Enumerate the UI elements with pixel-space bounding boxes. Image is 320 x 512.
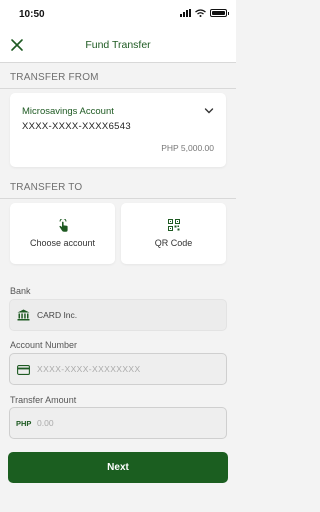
battery-icon — [210, 9, 229, 17]
transfer-to-label: TRANSFER TO — [10, 182, 83, 193]
wifi-icon — [195, 9, 206, 17]
transfer-amount-label: Transfer Amount — [10, 395, 77, 405]
bank-value: CARD Inc. — [37, 310, 78, 320]
section-divider — [0, 198, 236, 199]
header-divider — [0, 62, 236, 63]
source-account-card[interactable]: Microsavings Account XXXX-XXXX-XXXX6543 … — [10, 93, 226, 167]
next-button[interactable]: Next — [8, 452, 228, 483]
bank-icon — [17, 309, 30, 321]
card-icon — [17, 365, 30, 375]
status-time: 10:50 — [19, 9, 45, 20]
account-number: XXXX-XXXX-XXXX6543 — [22, 121, 131, 132]
account-number-placeholder: XXXX-XXXX-XXXXXXXX — [37, 364, 141, 374]
bank-field: CARD Inc. — [9, 299, 227, 331]
account-number-input[interactable]: XXXX-XXXX-XXXXXXXX — [9, 353, 227, 385]
chevron-down-icon[interactable] — [204, 107, 214, 115]
choose-account-button[interactable]: Choose account — [10, 203, 115, 264]
section-divider — [0, 88, 236, 89]
tap-hand-icon — [58, 219, 68, 232]
status-bar: 10:50 — [0, 0, 236, 30]
transfer-amount-input[interactable]: PHP 0.00 — [9, 407, 227, 439]
header-bar: Fund Transfer — [0, 30, 236, 62]
currency-prefix: PHP — [16, 419, 32, 428]
bank-label: Bank — [10, 286, 31, 296]
transfer-from-label: TRANSFER FROM — [10, 72, 99, 83]
fund-transfer-screen: 10:50 Fund Transfer TRANSFER FROM Micros… — [0, 0, 236, 512]
account-balance: PHP 5,000.00 — [161, 143, 214, 153]
page-title: Fund Transfer — [85, 39, 151, 51]
qr-code-label: QR Code — [154, 238, 193, 248]
qr-code-button[interactable]: QR Code — [121, 203, 226, 264]
status-icons — [180, 9, 229, 17]
qr-code-icon — [167, 219, 180, 231]
transfer-amount-placeholder: 0.00 — [37, 418, 54, 428]
account-name: Microsavings Account — [22, 106, 114, 117]
choose-account-label: Choose account — [29, 238, 96, 248]
account-number-label: Account Number — [10, 340, 78, 350]
signal-icon — [180, 9, 191, 17]
